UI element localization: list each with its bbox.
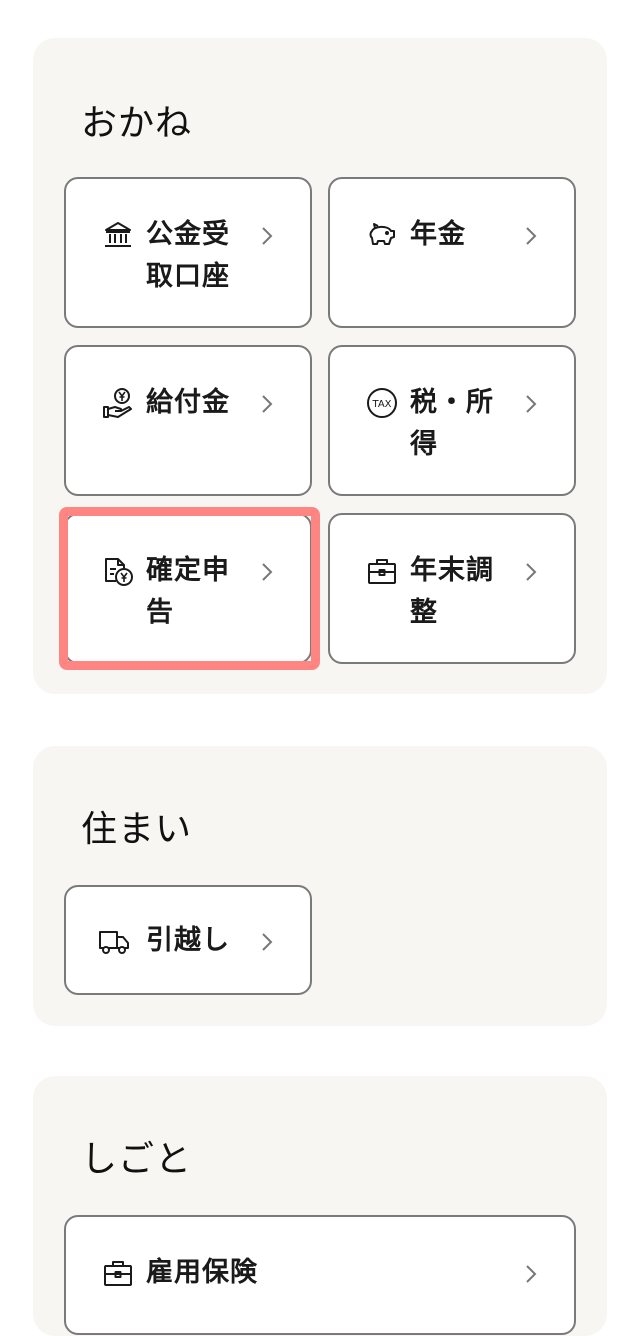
card-label: 年末調整 (410, 555, 494, 628)
card-label: 給付金 (146, 387, 230, 418)
section-money: おかね 公金受取口座 年金 給付金 TAX 税・所得 確定申告 年末調整 (33, 38, 607, 694)
section-title-housing: 住まい (81, 809, 193, 850)
chevron-right-icon (260, 561, 274, 583)
card-label: 税・所得 (410, 387, 494, 460)
card-pension[interactable]: 年金 (328, 177, 576, 328)
card-label: 年金 (410, 219, 466, 250)
card-label: 公金受取口座 (146, 219, 230, 292)
tax-return-document-icon (102, 555, 134, 587)
card-label: 雇用保険 (146, 1257, 258, 1288)
chevron-right-icon (260, 931, 274, 953)
card-benefits[interactable]: 給付金 (64, 345, 312, 496)
tax-icon: TAX (366, 387, 398, 419)
chevron-right-icon (260, 393, 274, 415)
card-label: 引越し (146, 925, 230, 956)
card-public-fund-account[interactable]: 公金受取口座 (64, 177, 312, 328)
section-housing: 住まい 引越し (33, 746, 607, 1026)
briefcase-icon (102, 1257, 134, 1289)
card-employment-insurance[interactable]: 雇用保険 (64, 1215, 576, 1335)
chevron-right-icon (524, 1263, 538, 1285)
section-work: しごと 雇用保険 (33, 1076, 607, 1336)
bank-icon (102, 219, 134, 251)
card-tax-income[interactable]: TAX 税・所得 (328, 345, 576, 496)
card-moving[interactable]: 引越し (64, 885, 312, 995)
briefcase-icon (366, 555, 398, 587)
chevron-right-icon (524, 561, 538, 583)
chevron-right-icon (524, 225, 538, 247)
yen-hand-icon (102, 387, 134, 419)
svg-text:TAX: TAX (371, 399, 391, 410)
section-title-work: しごと (81, 1139, 193, 1180)
chevron-right-icon (524, 393, 538, 415)
card-tax-return[interactable]: 確定申告 (64, 513, 312, 664)
chevron-right-icon (260, 225, 274, 247)
moving-truck-icon (98, 925, 130, 957)
card-label: 確定申告 (146, 555, 230, 628)
piggy-bank-icon (366, 219, 398, 251)
card-year-end-adjustment[interactable]: 年末調整 (328, 513, 576, 664)
section-title-money: おかね (81, 103, 193, 144)
